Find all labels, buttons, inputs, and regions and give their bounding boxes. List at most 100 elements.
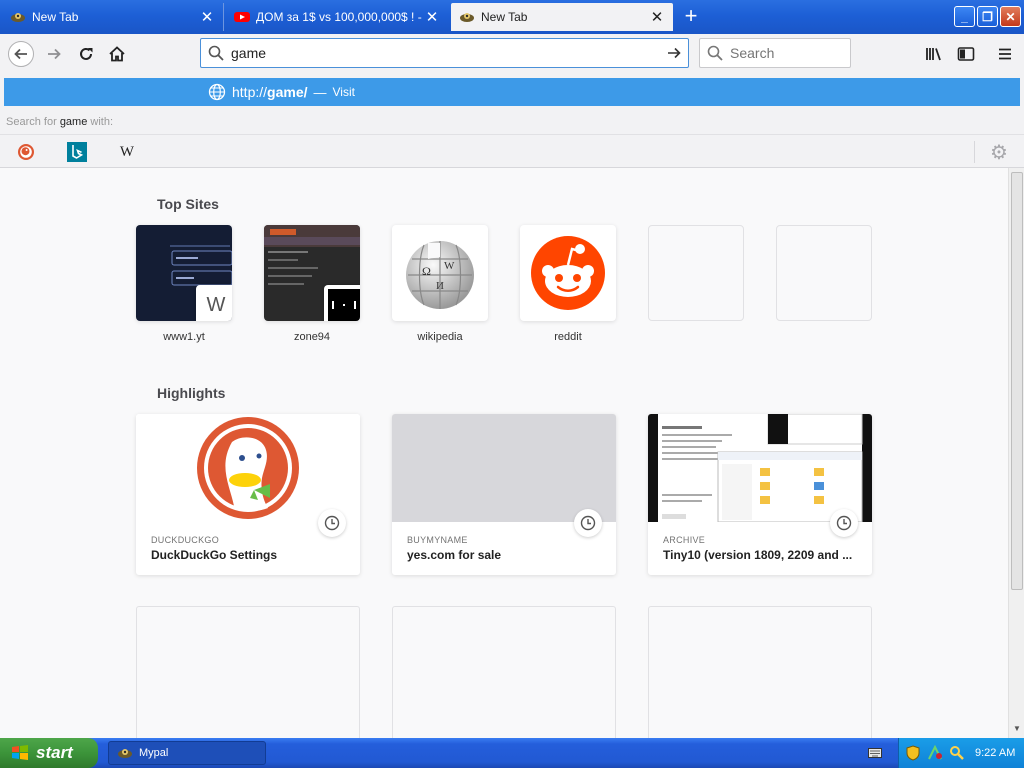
clock-icon xyxy=(318,509,346,537)
new-tab-page: Top Sites W www1.yt zone94 Ω W И wikiped… xyxy=(0,168,1008,738)
highlight-context: BUYMYNAME xyxy=(407,535,468,545)
close-window-button[interactable]: ✕ xyxy=(1000,6,1021,27)
mypal-icon xyxy=(118,749,132,758)
vertical-scrollbar[interactable]: ▼ xyxy=(1008,168,1024,738)
minimize-window-button[interactable]: _ xyxy=(954,6,975,27)
highlight-card-empty xyxy=(136,606,360,738)
wikipedia-icon[interactable]: W xyxy=(117,142,137,162)
home-icon[interactable] xyxy=(105,42,129,66)
highlight-title: yes.com for sale xyxy=(407,548,502,562)
highlight-card-archive[interactable]: ARCHIVE Tiny10 (version 1809, 2209 and .… xyxy=(648,414,872,575)
tab-strip: New Tab ✕ ДОМ за 1$ vs 100,000,000$ ! - … xyxy=(0,0,1024,34)
url-autocomplete-popup: http://game/ — Visit Search for game wit… xyxy=(0,74,1024,168)
tab-title: New Tab xyxy=(32,10,79,24)
gear-icon[interactable]: ⚙ xyxy=(988,141,1010,164)
highlight-context: ARCHIVE xyxy=(663,535,706,545)
globe-icon xyxy=(208,83,226,101)
top-site-label: reddit xyxy=(554,331,582,343)
suggestion-url: http://game/ xyxy=(232,84,308,100)
network-icon[interactable] xyxy=(927,745,943,761)
search-icon xyxy=(700,45,730,61)
taskbar-window-mypal[interactable]: Mypal xyxy=(108,741,266,765)
mypal-icon xyxy=(459,9,475,25)
svg-text:И: И xyxy=(436,280,444,292)
clock-icon xyxy=(830,509,858,537)
top-site-tile-reddit[interactable] xyxy=(520,225,616,321)
top-site-tile-empty[interactable] xyxy=(776,225,872,321)
highlight-card-empty xyxy=(392,606,616,738)
system-tray: 9:22 AM xyxy=(898,738,1024,768)
mypal-icon xyxy=(10,9,26,25)
forward-arrow-icon[interactable] xyxy=(42,42,66,66)
top-site-tile-zone94[interactable] xyxy=(264,225,360,321)
reload-icon[interactable] xyxy=(74,42,98,66)
top-site-label: zone94 xyxy=(293,331,331,343)
go-arrow-icon[interactable] xyxy=(660,45,688,61)
top-site-tile-www1[interactable]: W xyxy=(136,225,232,321)
scrollbar-thumb[interactable] xyxy=(1011,172,1023,590)
archive-screenshot xyxy=(648,414,872,522)
taskbar-window-label: Mypal xyxy=(139,747,169,759)
suggestion-visit-row[interactable]: http://game/ — Visit xyxy=(4,78,1020,106)
search-with-label: Search for game with: xyxy=(6,116,114,128)
start-label: start xyxy=(36,743,73,762)
top-site-label: www1.yt xyxy=(163,331,205,343)
duckduckgo-icon[interactable] xyxy=(16,142,36,162)
suggestion-dash: — xyxy=(313,84,327,100)
clock-icon xyxy=(574,509,602,537)
security-shield-icon[interactable] xyxy=(905,745,921,761)
close-tab-icon[interactable]: ✕ xyxy=(199,9,215,26)
taskbar-clock[interactable]: 9:22 AM xyxy=(975,747,1015,759)
duckduckgo-logo-icon xyxy=(136,414,360,522)
top-site-label: wikipedia xyxy=(417,331,463,343)
svg-text:W: W xyxy=(444,260,455,272)
highlights-heading: Highlights xyxy=(157,385,226,401)
highlight-card-duckduckgo[interactable]: DUCKDUCKGO DuckDuckGo Settings xyxy=(136,414,360,575)
close-tab-icon[interactable]: ✕ xyxy=(424,9,440,26)
tab-new-tab-1[interactable]: New Tab ✕ xyxy=(2,3,224,31)
highlight-card-empty xyxy=(648,606,872,738)
maximize-window-button[interactable]: ❐ xyxy=(977,6,998,27)
highlight-context: DUCKDUCKGO xyxy=(151,535,220,545)
svg-text:Ω: Ω xyxy=(422,264,431,278)
url-bar[interactable] xyxy=(200,38,689,68)
highlight-card-buymyname[interactable]: BUYMYNAME yes.com for sale xyxy=(392,414,616,575)
tab-title: ДОМ за 1$ vs 100,000,000$ ! - YouTube xyxy=(256,10,424,24)
youtube-icon xyxy=(234,9,250,25)
menu-hamburger-icon[interactable] xyxy=(993,42,1017,66)
tab-youtube[interactable]: ДОМ за 1$ vs 100,000,000$ ! - YouTube ✕ xyxy=(226,3,448,31)
sidebar-icon[interactable] xyxy=(954,42,978,66)
url-input[interactable] xyxy=(231,45,660,61)
one-off-search-engines: W ⚙ xyxy=(0,134,1024,168)
navigation-toolbar xyxy=(0,34,1024,74)
tab-new-tab-active[interactable]: New Tab ✕ xyxy=(451,3,673,31)
highlight-title: Tiny10 (version 1809, 2209 and ... xyxy=(663,548,853,562)
search-bar[interactable] xyxy=(699,38,851,68)
windows-flag-icon xyxy=(12,745,28,760)
start-button[interactable]: start xyxy=(0,738,98,768)
reddit-icon xyxy=(531,236,605,310)
highlight-title: DuckDuckGo Settings xyxy=(151,548,278,562)
highlight-preview xyxy=(648,414,872,522)
site-badge: W xyxy=(196,285,232,321)
tab-title: New Tab xyxy=(481,10,528,24)
highlight-preview xyxy=(136,414,360,522)
close-tab-icon[interactable]: ✕ xyxy=(649,9,665,26)
wikipedia-globe-icon: Ω W И xyxy=(406,241,474,309)
bing-icon[interactable] xyxy=(67,142,87,162)
new-tab-plus-icon[interactable]: + xyxy=(680,5,702,27)
top-site-tile-wikipedia[interactable]: Ω W И xyxy=(392,225,488,321)
library-icon[interactable] xyxy=(922,42,946,66)
engine-divider xyxy=(974,141,975,163)
search-input[interactable] xyxy=(730,45,840,61)
suggestion-action: Visit xyxy=(332,85,355,99)
search-icon xyxy=(201,45,231,61)
search-icon[interactable] xyxy=(949,745,965,761)
top-sites-heading: Top Sites xyxy=(157,196,219,212)
back-arrow-icon[interactable] xyxy=(8,41,34,67)
top-site-tile-empty[interactable] xyxy=(648,225,744,321)
highlight-preview xyxy=(392,414,616,522)
scroll-down-arrow-icon[interactable]: ▼ xyxy=(1011,724,1023,736)
windows-taskbar: start Mypal 9:22 AM xyxy=(0,738,1024,768)
keyboard-icon[interactable] xyxy=(868,747,882,759)
